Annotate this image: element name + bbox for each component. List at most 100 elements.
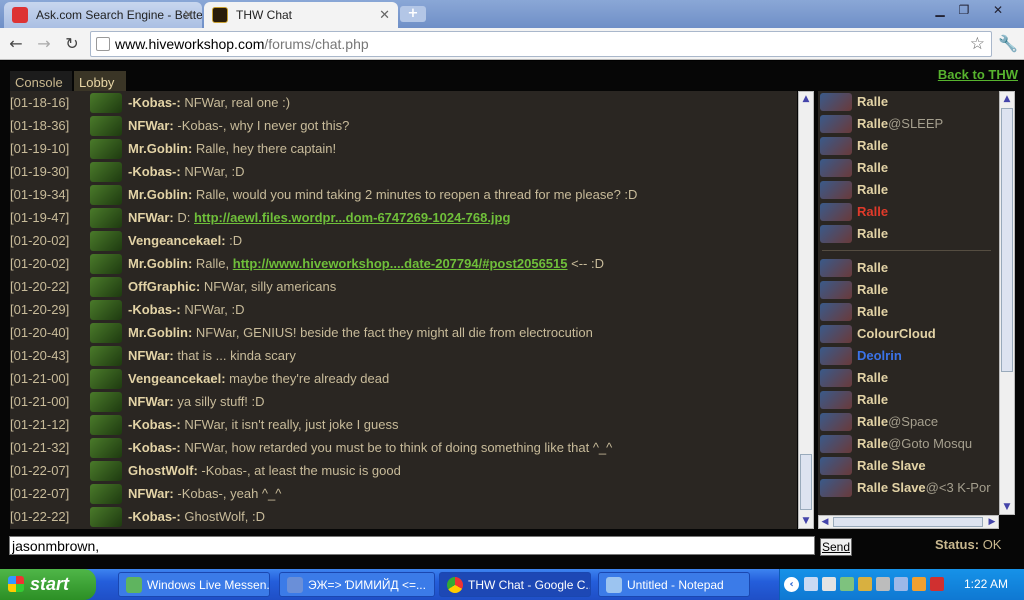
nickname[interactable]: -Kobas-: (128, 440, 181, 455)
nickname[interactable]: -Kobas-: (128, 509, 181, 524)
message-text: NFWar, GENIUS! beside the fact they migh… (192, 325, 593, 340)
scroll-down-icon[interactable]: ▼ (799, 514, 813, 528)
user-list-item[interactable]: Deolrin (818, 345, 999, 367)
scroll-right-icon[interactable]: ▶ (986, 516, 998, 528)
tray-expand-icon[interactable]: ‹ (784, 577, 799, 592)
forward-icon[interactable]: → (34, 34, 54, 54)
userlist-hscrollbar[interactable]: ◀ ▶ (818, 515, 999, 529)
scroll-up-icon[interactable]: ▲ (799, 92, 813, 106)
user-list-item[interactable]: Ralle (818, 389, 999, 411)
task-thw-chat[interactable]: THW Chat - Google C... (439, 572, 591, 597)
timestamp: [01-21-00] (10, 371, 70, 386)
browser-tab-thw-chat[interactable]: THW Chat ✕ (204, 2, 398, 28)
message-text: NFWar, :D (180, 302, 245, 317)
nickname[interactable]: NFWar: (128, 348, 174, 363)
messenger-icon (126, 577, 142, 593)
minimize-icon[interactable]: ▁ (928, 2, 952, 18)
message-input[interactable] (9, 536, 815, 555)
security-icon[interactable] (858, 577, 872, 591)
task-messenger-conversation[interactable]: ЭЖ=> ƊИМИЙД <=... (279, 572, 435, 597)
close-tab-icon[interactable]: ✕ (183, 7, 194, 23)
nickname[interactable]: GhostWolf: (128, 463, 198, 478)
message-text: maybe they're already dead (225, 371, 390, 386)
hscroll-thumb[interactable] (833, 517, 983, 527)
nickname[interactable]: Mr.Goblin: (128, 187, 192, 202)
scroll-thumb[interactable] (1001, 108, 1013, 372)
nickname[interactable]: NFWar: (128, 486, 174, 501)
nickname[interactable]: OffGraphic: (128, 279, 200, 294)
nickname[interactable]: -Kobas-: (128, 95, 181, 110)
chat-message: [01-21-00] Vengeancekael: maybe they're a… (10, 367, 797, 390)
user-list-item[interactable]: Ralle@SLEEP (818, 113, 999, 135)
user-list-item[interactable]: Ralle (818, 135, 999, 157)
nickname[interactable]: Mr.Goblin: (128, 256, 192, 271)
message-text: Ralle, (192, 256, 233, 271)
user-list-item[interactable]: Ralle Slave@<3 K-Por (818, 477, 999, 499)
user-status: @<3 K-Por (925, 480, 991, 495)
timestamp: [01-20-43] (10, 348, 70, 363)
messenger-tray-icon[interactable] (840, 577, 854, 591)
nickname[interactable]: NFWar: (128, 394, 174, 409)
nickname[interactable]: Vengeancekael: (128, 233, 226, 248)
message-link[interactable]: http://aewl.files.wordpr...dom-6747269-1… (194, 210, 510, 225)
tab-lobby[interactable]: Lobby (74, 71, 126, 93)
nickname[interactable]: Mr.Goblin: (128, 141, 192, 156)
scroll-left-icon[interactable]: ◀ (819, 516, 831, 528)
user-list-item[interactable]: Ralle Slave (818, 455, 999, 477)
chat-scrollbar[interactable]: ▲ ▼ (798, 91, 814, 529)
userlist-scrollbar[interactable]: ▲ ▼ (999, 91, 1015, 515)
nickname[interactable]: NFWar: (128, 210, 174, 225)
new-tab-button[interactable]: + (400, 6, 426, 22)
user-list-item[interactable]: Ralle (818, 279, 999, 301)
nickname[interactable]: -Kobas-: (128, 302, 181, 317)
user-list-item[interactable]: Ralle@Space (818, 411, 999, 433)
user-list-item[interactable]: Ralle (818, 91, 999, 113)
user-list-item[interactable]: Ralle (818, 201, 999, 223)
wrench-icon[interactable]: 🔧 (998, 34, 1018, 54)
volume-icon[interactable] (876, 577, 890, 591)
tab-console[interactable]: Console (10, 71, 72, 93)
user-list-item[interactable]: Ralle (818, 223, 999, 245)
nickname[interactable]: Vengeancekael: (128, 371, 226, 386)
close-window-icon[interactable]: ✕ (986, 2, 1010, 18)
user-avatar-icon (90, 254, 122, 274)
user-name: Ralle (857, 116, 889, 131)
nickname[interactable]: NFWar: (128, 118, 174, 133)
user-list-item[interactable]: Ralle (818, 301, 999, 323)
nickname[interactable]: -Kobas-: (128, 417, 181, 432)
timestamp: [01-22-07] (10, 463, 70, 478)
update-icon[interactable] (912, 577, 926, 591)
task-windows-live-messenger[interactable]: Windows Live Messen... (118, 572, 270, 597)
task-notepad[interactable]: Untitled - Notepad (598, 572, 750, 597)
reload-icon[interactable]: ↻ (62, 34, 82, 54)
scroll-thumb[interactable] (800, 454, 812, 510)
back-icon[interactable]: ← (6, 34, 26, 54)
address-bar[interactable]: www.hiveworkshop.com/forums/chat.php ☆ (90, 31, 992, 57)
browser-tab-ask[interactable]: Ask.com Search Engine - Bette ✕ (4, 2, 202, 28)
scroll-up-icon[interactable]: ▲ (1000, 92, 1014, 106)
bookmark-star-icon[interactable]: ☆ (970, 34, 985, 54)
network-icon[interactable] (804, 577, 818, 591)
conversation-icon (287, 577, 303, 593)
scroll-down-icon[interactable]: ▼ (1000, 500, 1014, 514)
maximize-icon[interactable]: ❐ (952, 2, 976, 18)
close-tab-icon[interactable]: ✕ (379, 7, 390, 23)
user-name: Ralle (857, 138, 889, 153)
send-button[interactable]: Send (820, 538, 852, 556)
antivirus-icon[interactable] (930, 577, 944, 591)
printer-icon[interactable] (822, 577, 836, 591)
user-list-item[interactable]: Ralle (818, 157, 999, 179)
start-button[interactable]: start (0, 569, 96, 600)
user-avatar-icon (90, 231, 122, 251)
nickname[interactable]: -Kobas-: (128, 164, 181, 179)
user-list-item[interactable]: Ralle (818, 257, 999, 279)
nickname[interactable]: Mr.Goblin: (128, 325, 192, 340)
display-icon[interactable] (894, 577, 908, 591)
user-list-item[interactable]: ColourCloud (818, 323, 999, 345)
user-list-item[interactable]: Ralle (818, 179, 999, 201)
back-to-thw-link[interactable]: Back to THW (938, 67, 1018, 82)
user-list-item[interactable]: Ralle (818, 367, 999, 389)
user-name: Ralle (857, 94, 889, 109)
user-list-item[interactable]: Ralle@Goto Mosqu (818, 433, 999, 455)
message-link[interactable]: http://www.hiveworkshop....date-207794/#… (233, 256, 568, 271)
